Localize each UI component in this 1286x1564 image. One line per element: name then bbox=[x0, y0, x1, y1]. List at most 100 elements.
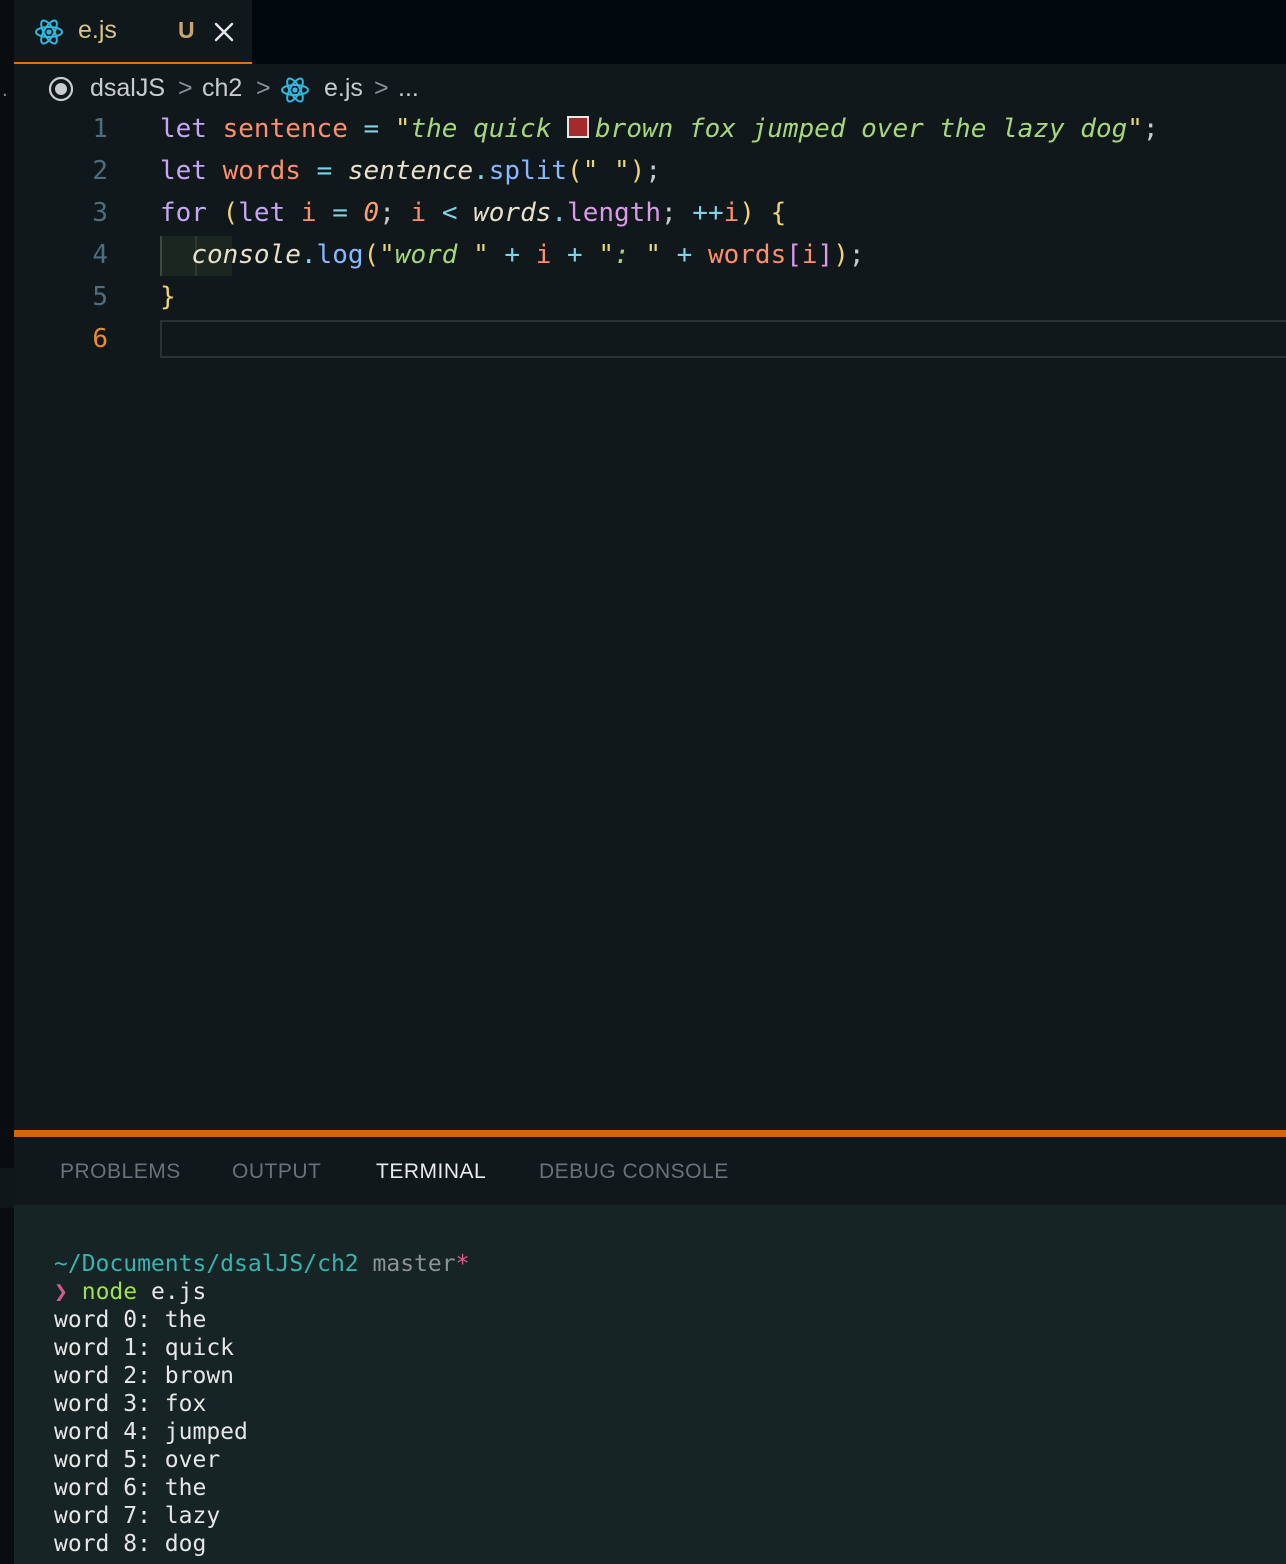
untracked-badge: U bbox=[178, 17, 195, 43]
code-token: ] bbox=[817, 240, 834, 270]
code-token: { bbox=[770, 198, 787, 228]
panel-tab-bar: PROBLEMS OUTPUT TERMINAL DEBUG CONSOLE bbox=[14, 1137, 1286, 1205]
folder-root-icon bbox=[48, 76, 74, 102]
code-token: let bbox=[160, 156, 223, 186]
git-dirty-marker: * bbox=[455, 1251, 470, 1277]
code-token: + bbox=[567, 240, 583, 270]
line-number: 6 bbox=[92, 324, 108, 354]
code-token: } bbox=[160, 282, 176, 312]
line-number: 4 bbox=[92, 240, 108, 270]
breadcrumb-separator: > bbox=[178, 74, 193, 102]
code-token: for bbox=[160, 198, 223, 228]
code-token: [ bbox=[786, 240, 802, 270]
code-line[interactable]: 1 let sentence = "the quick brown fox jum… bbox=[14, 112, 1286, 154]
code-text: let sentence = "the quick brown fox jump… bbox=[160, 114, 1159, 144]
terminal-output-line: word 4: jumped bbox=[54, 1419, 248, 1445]
terminal-output-line: word 5: over bbox=[54, 1447, 221, 1473]
code-token: ; bbox=[848, 240, 865, 270]
code-token: split bbox=[488, 156, 568, 186]
code-text: let words = sentence.split(" "); bbox=[160, 156, 661, 186]
code-token: the quick bbox=[410, 114, 568, 144]
editor-tab-ejs[interactable]: e.js U bbox=[14, 0, 252, 64]
code-token: log bbox=[316, 240, 364, 270]
code-token: i bbox=[801, 240, 818, 270]
code-token: ( bbox=[567, 156, 583, 186]
code-token: = bbox=[363, 114, 380, 144]
code-token: i bbox=[410, 198, 427, 228]
prompt-arrow-icon: ❯ bbox=[54, 1279, 68, 1305]
line-number: 1 bbox=[92, 114, 108, 144]
code-token: i bbox=[723, 198, 740, 228]
terminal-output-line: word 2: brown bbox=[54, 1363, 235, 1389]
code-token: ; bbox=[1142, 114, 1159, 144]
code-token: sentence bbox=[222, 114, 348, 144]
code-token: ( bbox=[363, 240, 380, 270]
code-token: ; bbox=[645, 156, 661, 186]
code-token: words bbox=[707, 240, 787, 270]
code-token: . bbox=[551, 198, 568, 228]
terminal[interactable]: ~/Documents/dsalJS/ch2 master* ❯ node e.… bbox=[14, 1205, 1286, 1564]
code-token: sentence bbox=[347, 156, 474, 186]
breadcrumb-item-dsaljs[interactable]: dsalJS bbox=[90, 74, 165, 103]
code-token: ++ bbox=[692, 198, 724, 228]
code-token: i bbox=[300, 198, 317, 228]
react-icon bbox=[35, 19, 63, 45]
terminal-output-line: word 0: the bbox=[54, 1307, 207, 1333]
code-line[interactable]: 6 bbox=[14, 322, 1286, 364]
tab-output[interactable]: OUTPUT bbox=[232, 1160, 321, 1184]
breadcrumb-item-ch2[interactable]: ch2 bbox=[202, 74, 242, 103]
code-token: : bbox=[614, 240, 646, 270]
code-token: words bbox=[222, 156, 301, 186]
panel-sash[interactable] bbox=[14, 1130, 1286, 1137]
code-token: = bbox=[316, 156, 333, 186]
terminal-argument: e.js bbox=[150, 1279, 207, 1305]
code-token: " bbox=[598, 240, 615, 270]
terminal-output-line: word 8: dog bbox=[54, 1531, 207, 1557]
code-token: console bbox=[191, 240, 301, 270]
code-line[interactable]: 2 let words = sentence.split(" "); bbox=[14, 154, 1286, 196]
code-token: ) bbox=[833, 240, 849, 270]
code-token: + bbox=[504, 240, 521, 270]
code-token: 0 bbox=[363, 198, 380, 228]
terminal-cwd: ~/Documents/dsalJS/ch2 bbox=[54, 1251, 359, 1277]
breadcrumb-item-ejs[interactable]: e.js bbox=[324, 74, 363, 103]
code-editor[interactable]: 1 let sentence = "the quick brown fox jum… bbox=[14, 112, 1286, 1130]
close-icon[interactable] bbox=[212, 20, 236, 44]
code-line[interactable]: 5} bbox=[14, 280, 1286, 322]
code-token: " bbox=[645, 240, 661, 270]
tab-debug-console[interactable]: DEBUG CONSOLE bbox=[539, 1160, 729, 1184]
tab-filename: e.js bbox=[78, 16, 117, 44]
code-token: " bbox=[582, 156, 599, 186]
code-token: words bbox=[473, 198, 552, 228]
terminal-output-line: word 7: lazy bbox=[54, 1503, 221, 1529]
code-line[interactable]: 4 console.log("word " + i + ": " + words… bbox=[14, 238, 1286, 280]
code-token: length bbox=[567, 198, 661, 228]
code-text: console.log("word " + i + ": " + words[i… bbox=[160, 240, 865, 270]
git-branch: master bbox=[372, 1251, 456, 1277]
line-number: 5 bbox=[92, 282, 108, 312]
tab-problems[interactable]: PROBLEMS bbox=[60, 1160, 181, 1184]
code-token: let bbox=[238, 198, 301, 228]
breadcrumb-item-symbols[interactable]: ... bbox=[398, 74, 419, 103]
editor-tab-bar: e.js U bbox=[14, 0, 1286, 64]
tab-terminal[interactable]: TERMINAL bbox=[376, 1160, 486, 1184]
code-token: " bbox=[614, 156, 630, 186]
code-token: " bbox=[1127, 114, 1143, 144]
code-token: ; bbox=[379, 198, 411, 228]
code-line[interactable]: 3 for (let i = 0; i < words.length; ++i) … bbox=[14, 196, 1286, 238]
react-icon bbox=[281, 77, 309, 103]
code-token: " bbox=[394, 114, 411, 144]
